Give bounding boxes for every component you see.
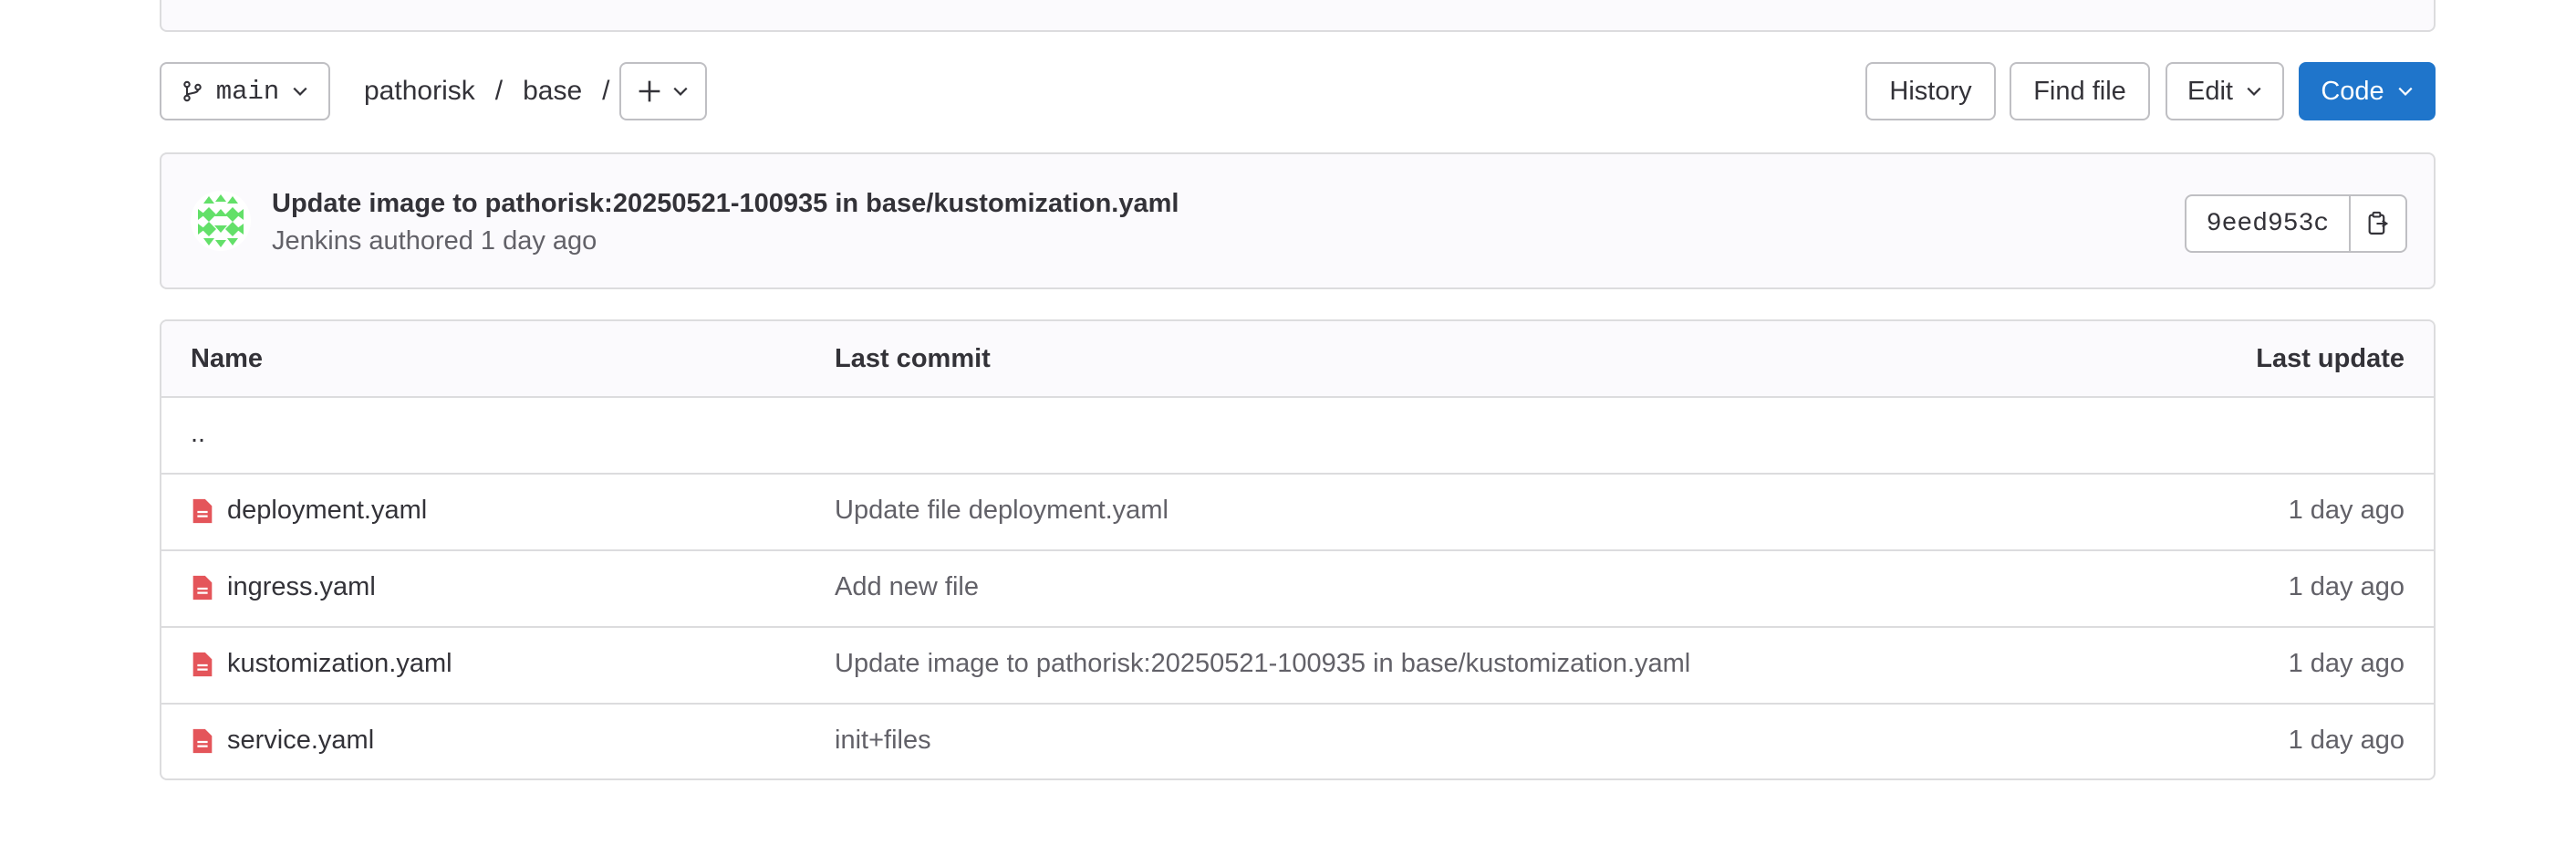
file-name-link[interactable]: deployment.yaml <box>227 496 427 526</box>
commit-sha-group: 9eed953c <box>2185 194 2407 253</box>
column-header-name: Name <box>191 344 263 373</box>
copy-sha-button[interactable] <box>2351 194 2407 253</box>
file-last-commit[interactable]: Add new file <box>835 572 979 602</box>
file-last-update: 1 day ago <box>2288 649 2405 678</box>
branch-icon <box>182 80 202 102</box>
table-row-parent[interactable]: .. <box>161 398 2434 475</box>
commit-title[interactable]: Update image to pathorisk:20250521-10093… <box>272 189 1179 219</box>
code-dropdown-button[interactable]: Code <box>2299 62 2436 120</box>
breadcrumb-item-pathorisk[interactable]: pathorisk <box>364 76 475 107</box>
file-last-commit[interactable]: Update image to pathorisk:20250521-10093… <box>835 649 1690 679</box>
last-commit-card: Update image to pathorisk:20250521-10093… <box>160 152 2436 289</box>
history-button[interactable]: History <box>1865 62 1996 120</box>
table-row[interactable]: deployment.yaml Update file deployment.y… <box>161 475 2434 551</box>
find-file-button[interactable]: Find file <box>2010 62 2150 120</box>
edit-dropdown-button[interactable]: Edit <box>2166 62 2284 120</box>
file-name-link[interactable]: kustomization.yaml <box>227 649 452 679</box>
file-last-update: 1 day ago <box>2288 726 2405 755</box>
file-name-link[interactable]: service.yaml <box>227 726 374 756</box>
breadcrumb-item-base[interactable]: base <box>523 76 582 107</box>
commit-author-meta: Jenkins authored 1 day ago <box>272 226 597 256</box>
repo-toolbar: main pathorisk / base / History Find fil… <box>160 62 2436 120</box>
plus-icon <box>639 80 660 102</box>
copy-icon <box>2368 211 2389 235</box>
table-header: Name Last commit Last update <box>161 321 2434 398</box>
find-file-button-label: Find file <box>2033 76 2126 106</box>
column-header-last-commit: Last commit <box>835 344 991 373</box>
code-button-label: Code <box>2321 76 2384 106</box>
breadcrumb: pathorisk / base / <box>364 62 609 120</box>
file-icon <box>192 498 213 523</box>
table-row[interactable]: service.yaml init+files 1 day ago <box>161 705 2434 778</box>
top-card-remnant <box>160 0 2436 32</box>
branch-name: main <box>215 76 280 107</box>
chevron-down-icon <box>2398 87 2413 96</box>
file-last-commit[interactable]: Update file deployment.yaml <box>835 496 1169 526</box>
commit-sha-link[interactable]: 9eed953c <box>2185 194 2351 253</box>
add-to-tree-button[interactable] <box>619 62 707 120</box>
table-row[interactable]: kustomization.yaml Update image to patho… <box>161 628 2434 705</box>
parent-directory-link[interactable]: .. <box>191 419 205 449</box>
file-last-update: 1 day ago <box>2288 496 2405 525</box>
edit-button-label: Edit <box>2187 76 2233 106</box>
breadcrumb-separator: / <box>494 76 504 106</box>
column-header-last-update: Last update <box>2256 344 2405 373</box>
file-name-link[interactable]: ingress.yaml <box>227 572 376 602</box>
branch-selector-button[interactable]: main <box>160 62 330 120</box>
avatar <box>191 191 251 251</box>
breadcrumb-separator: / <box>602 76 610 106</box>
file-last-update: 1 day ago <box>2288 572 2405 601</box>
file-icon <box>192 575 213 600</box>
file-icon <box>192 652 213 676</box>
file-icon <box>192 728 213 753</box>
chevron-down-icon <box>673 87 688 96</box>
file-last-commit[interactable]: init+files <box>835 726 931 756</box>
chevron-down-icon <box>293 87 307 96</box>
history-button-label: History <box>1889 76 1972 106</box>
chevron-down-icon <box>2247 87 2261 96</box>
file-tree-table: Name Last commit Last update .. deployme… <box>160 319 2436 780</box>
table-row[interactable]: ingress.yaml Add new file 1 day ago <box>161 551 2434 628</box>
